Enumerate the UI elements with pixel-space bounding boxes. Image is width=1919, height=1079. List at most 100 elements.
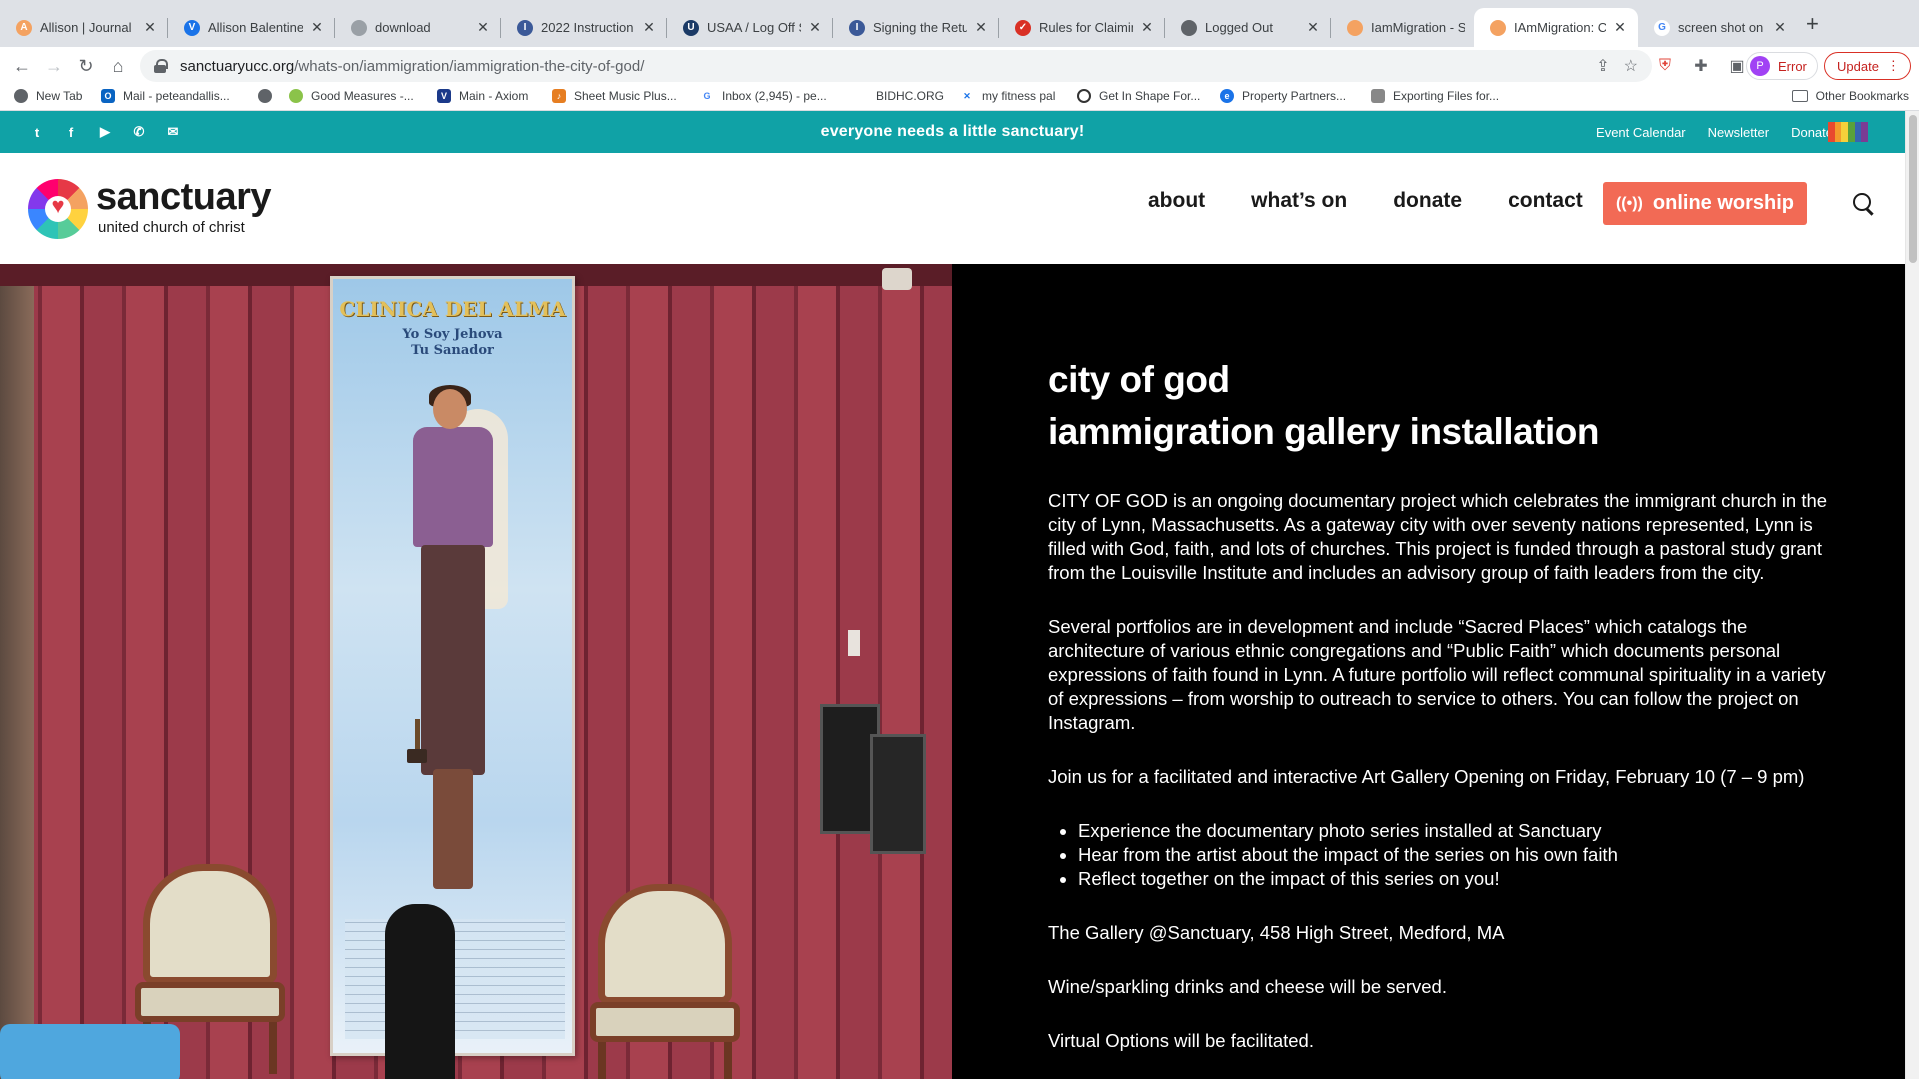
address-bar[interactable]: sanctuaryucc.org/whats-on/iammigration/i… (140, 50, 1652, 82)
blue-cloth (0, 1024, 180, 1079)
bookmarks-bar: New Tab O Mail - peteandallis... Good Mea… (0, 85, 1919, 111)
tab-title: Rules for Claimin (1039, 20, 1133, 35)
bookmark-item[interactable]: O Mail - peteandallis... (101, 89, 230, 103)
side-panel-icon[interactable]: ▣ (1726, 55, 1748, 77)
nav-about[interactable]: about (1148, 189, 1205, 213)
close-tab-icon[interactable]: ✕ (973, 19, 989, 36)
online-worship-button[interactable]: ((•)) online worship (1603, 182, 1807, 225)
page-title: city of god iammigration gallery install… (1048, 354, 1868, 458)
close-tab-icon[interactable]: ✕ (807, 19, 823, 36)
online-worship-label: online worship (1652, 192, 1795, 214)
title-line: city of god (1048, 359, 1230, 400)
property-icon: e (1220, 89, 1234, 103)
bookmark-item[interactable] (258, 89, 280, 103)
close-tab-icon[interactable]: ✕ (309, 19, 325, 36)
bookmark-item[interactable]: Exporting Files for... (1371, 89, 1499, 103)
site-logo[interactable]: ♥ sanctuary united church of christ (28, 175, 288, 241)
browser-tab[interactable]: Logged Out ✕ (1165, 8, 1331, 47)
close-tab-icon[interactable]: ✕ (1139, 19, 1155, 36)
home-icon[interactable]: ⌂ (104, 52, 132, 80)
newsletter-link[interactable]: Newsletter (1708, 125, 1769, 140)
close-tab-icon[interactable]: ✕ (142, 19, 158, 36)
extensions-puzzle-icon[interactable]: ✚ (1690, 55, 1712, 77)
donate-top-link[interactable]: Donate (1791, 125, 1833, 140)
bookmark-label: Inbox (2,945) - pe... (722, 89, 827, 103)
browser-tab[interactable]: I Signing the Retur ✕ (833, 8, 999, 47)
bookmark-item[interactable]: ♪ Sheet Music Plus... (552, 89, 677, 103)
outlook-icon: O (101, 89, 115, 103)
browser-toolbar: ← → ↻ ⌂ sanctuaryucc.org/whats-on/iammig… (0, 47, 1919, 85)
close-tab-icon[interactable]: ✕ (475, 19, 491, 36)
profile-button[interactable]: P Error (1746, 52, 1818, 80)
reload-icon[interactable]: ↻ (72, 52, 100, 80)
url-path: /whats-on/iammigration/iammigration-the-… (294, 57, 645, 75)
bookmark-item[interactable]: V Main - Axiom (437, 89, 528, 103)
browser-tab[interactable]: download ✕ (335, 8, 501, 47)
nav-contact[interactable]: contact (1508, 189, 1583, 213)
browser-tab-active[interactable]: IAmMigration: Ci ✕ (1474, 8, 1638, 47)
url-host: sanctuaryucc.org (180, 57, 295, 75)
tab-title: IamMigration - S (1371, 20, 1465, 35)
event-location: The Gallery @Sanctuary, 458 High Street,… (1048, 922, 1505, 943)
title-line: iammigration gallery installation (1048, 411, 1599, 452)
browser-tab[interactable]: A Allison | Journal ✕ (0, 8, 168, 47)
list-item: Reflect together on the impact of this s… (1078, 867, 1828, 891)
bookmark-item[interactable]: New Tab (14, 89, 82, 103)
poster-subtitle: Yo Soy Jehova Tu Sanador (333, 327, 572, 359)
tab-title: Signing the Retur (873, 20, 967, 35)
share-icon[interactable]: ⇪ (1596, 56, 1609, 76)
browser-tab[interactable]: U USAA / Log Off S ✕ (667, 8, 833, 47)
page-scrollbar[interactable] (1905, 111, 1919, 1079)
browser-tab[interactable]: I 2022 Instruction ✕ (501, 8, 667, 47)
leaf-icon (289, 89, 303, 103)
bookmark-item[interactable]: Good Measures -... (289, 89, 414, 103)
fitness-icon: ✕ (963, 90, 971, 101)
browser-tab[interactable]: ✓ Rules for Claimin ✕ (999, 8, 1165, 47)
youtube-icon[interactable]: ▶ (96, 123, 114, 141)
tab-title: Allison | Journal (40, 20, 132, 35)
logo-wordmark: sanctuary (96, 176, 272, 218)
twitter-icon[interactable]: t (28, 123, 46, 141)
scrollbar-thumb[interactable] (1909, 115, 1917, 263)
phone-icon[interactable]: ✆ (130, 123, 148, 141)
bookmark-star-icon[interactable]: ☆ (1624, 56, 1638, 76)
bookmark-item[interactable]: e Property Partners... (1220, 89, 1346, 103)
close-tab-icon[interactable]: ✕ (1772, 19, 1788, 36)
tab-favicon-icon: V (184, 19, 200, 36)
bookmark-label: Sheet Music Plus... (574, 89, 677, 103)
bookmark-item[interactable]: BIDHC.ORG (854, 89, 944, 103)
bookmark-label: Good Measures -... (311, 89, 414, 103)
event-calendar-link[interactable]: Event Calendar (1596, 125, 1686, 140)
back-icon[interactable]: ← (8, 52, 36, 80)
facebook-icon[interactable]: f (62, 123, 80, 141)
document-icon (1371, 89, 1385, 103)
folder-icon (1791, 90, 1808, 102)
social-links: t f ▶ ✆ ✉ (28, 123, 182, 141)
bookmark-item[interactable]: ✕ my fitness pal (960, 89, 1055, 103)
bookmark-item[interactable]: Get In Shape For... (1077, 89, 1200, 103)
bookmark-item[interactable]: G Inbox (2,945) - pe... (700, 89, 827, 103)
browser-tab[interactable]: IamMigration - S ✕ (1331, 8, 1497, 47)
email-icon[interactable]: ✉ (164, 123, 182, 141)
main-nav: about what’s on donate contact (1148, 189, 1583, 213)
browser-tab[interactable]: V Allison Balentine ✕ (168, 8, 335, 47)
new-tab-button[interactable]: + (1806, 12, 1819, 36)
tab-favicon-icon: ✓ (1015, 19, 1031, 36)
other-bookmarks[interactable]: Other Bookmarks (1791, 89, 1909, 103)
forward-icon[interactable]: → (40, 52, 68, 80)
brave-shield-icon[interactable]: ⛨ (1654, 55, 1676, 77)
browser-tab[interactable]: G screen shot on in ✕ (1638, 8, 1798, 47)
nav-whats-on[interactable]: what’s on (1251, 189, 1347, 213)
close-tab-icon[interactable]: ✕ (641, 19, 657, 36)
close-tab-icon[interactable]: ✕ (1305, 19, 1321, 36)
nav-donate[interactable]: donate (1393, 189, 1462, 213)
poster-title: CLINICA DEL ALMA (339, 297, 566, 321)
search-icon[interactable] (1853, 193, 1875, 215)
close-tab-icon[interactable]: ✕ (1612, 19, 1628, 36)
tab-title: Allison Balentine (208, 20, 303, 35)
article-paragraph: Several portfolios are in development an… (1048, 616, 1826, 733)
tab-favicon-icon: G (1654, 19, 1670, 36)
photo-doorframe (0, 286, 34, 1079)
update-button[interactable]: Update ⋮ (1824, 52, 1911, 80)
web-page: everyone needs a little sanctuary! t f ▶… (0, 111, 1919, 1079)
